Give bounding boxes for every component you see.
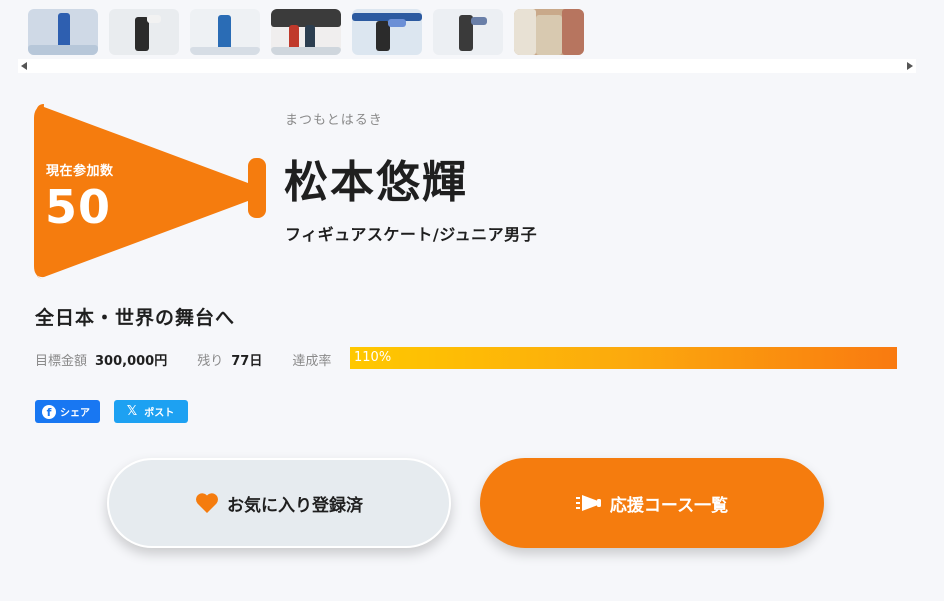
facebook-share-button[interactable]: f シェア — [35, 400, 100, 423]
thumbnail-6[interactable] — [433, 9, 503, 55]
facebook-icon: f — [42, 404, 56, 419]
facebook-share-label: シェア — [60, 408, 90, 419]
thumbnail-2[interactable] — [109, 9, 179, 55]
scroll-right-arrow-icon[interactable] — [907, 62, 913, 70]
remaining-label: 残り — [197, 354, 224, 369]
x-logo-icon: 𝕏 — [126, 404, 138, 419]
favorite-button[interactable]: お気に入り登録済 — [107, 458, 451, 548]
x-post-button[interactable]: 𝕏 ポスト — [114, 400, 188, 423]
progress-bar-fill — [350, 347, 897, 369]
participants-count: 50 — [45, 180, 112, 234]
goal-label: 目標金額 — [35, 354, 88, 369]
project-headline: 全日本・世界の舞台へ — [35, 307, 236, 329]
athlete-category: フィギュアスケート/ジュニア男子 — [285, 225, 538, 244]
project-stats: 目標金額 300,000円 残り 77日 達成率 — [35, 350, 331, 369]
favorite-label: お気に入り登録済 — [227, 495, 363, 516]
thumbnail-5[interactable] — [352, 9, 422, 55]
project-page: 現在参加数 50 まつもとはるき 松本悠輝 フィギュアスケート/ジュニア男子 全… — [0, 0, 944, 601]
participants-badge: 現在参加数 50 — [34, 104, 270, 280]
gallery-scrollbar[interactable] — [18, 59, 916, 73]
goal-value: 300,000円 — [95, 354, 168, 369]
participants-label: 現在参加数 — [46, 164, 114, 179]
thumbnail-gallery — [28, 9, 584, 55]
remaining-value: 77日 — [231, 354, 263, 369]
athlete-name-kana: まつもとはるき — [285, 113, 383, 128]
athlete-name: 松本悠輝 — [284, 157, 468, 208]
progress-label: 達成率 — [292, 354, 332, 369]
thumbnail-1[interactable] — [28, 9, 98, 55]
megaphone-icon — [575, 493, 602, 513]
share-buttons: f シェア 𝕏 ポスト — [35, 400, 188, 423]
thumbnail-3[interactable] — [190, 9, 260, 55]
thumbnail-7[interactable] — [514, 9, 584, 55]
support-courses-button[interactable]: 応援コース一覧 — [480, 458, 824, 548]
progress-bar: 110% — [350, 347, 897, 369]
thumbnail-4[interactable] — [271, 9, 341, 55]
progress-percent: 110% — [354, 350, 392, 365]
support-courses-label: 応援コース一覧 — [609, 495, 729, 516]
scroll-left-arrow-icon[interactable] — [21, 62, 27, 70]
x-post-label: ポスト — [144, 408, 175, 419]
heart-icon — [195, 492, 219, 514]
